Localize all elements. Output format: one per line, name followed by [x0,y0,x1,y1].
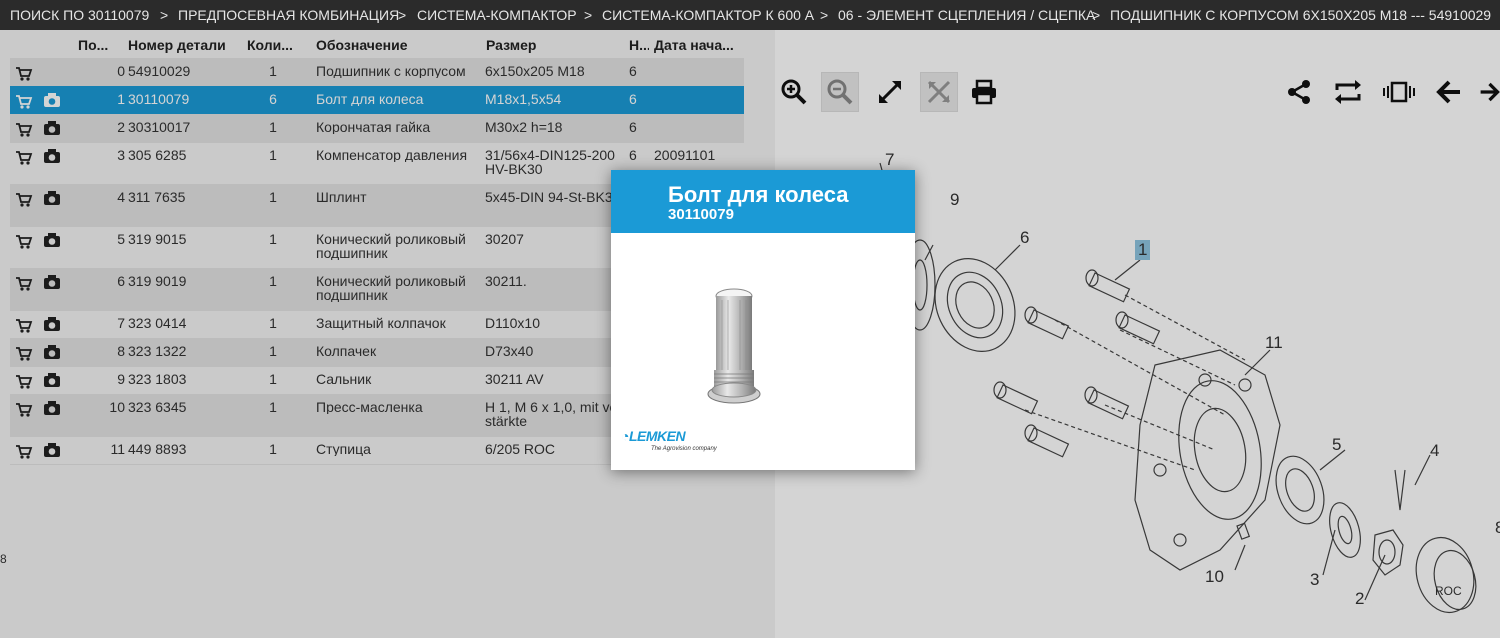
breadcrumb-item-4[interactable]: 06 - ЭЛЕМЕНТ СЦЕПЛЕНИЯ / СЦЕПКА [838,7,1095,23]
modal-title: Болт для колеса [668,182,849,207]
breadcrumb-separator: > [398,7,407,23]
lemken-logo: ◔LEMKEN [621,428,686,444]
bolt-image [707,288,761,404]
breadcrumb-item-0[interactable]: ПОИСК ПО 30110079 [10,7,149,23]
part-preview-modal: Болт для колеса 30110079 ◔LEMKEN The Agr… [611,170,915,470]
breadcrumb-separator: > [1092,7,1101,23]
breadcrumb-separator: > [820,7,829,23]
breadcrumb-separator: > [160,7,169,23]
modal-part-number: 30110079 [668,206,734,223]
breadcrumb-item-1[interactable]: ПРЕДПОСЕВНАЯ КОМБИНАЦИЯ [178,7,399,23]
breadcrumb-item-3[interactable]: СИСТЕМА-КОМПАКТОР К 600 А [602,7,814,23]
breadcrumb-separator: > [584,7,593,23]
breadcrumb-item-2[interactable]: СИСТЕМА-КОМПАКТОР [417,7,577,23]
breadcrumb: ПОИСК ПО 30110079 > ПРЕДПОСЕВНАЯ КОМБИНАЦИ… [0,0,1500,30]
lemken-tagline: The Agrovision company [651,446,717,452]
modal-header: Болт для колеса 30110079 [611,170,915,233]
breadcrumb-item-5[interactable]: ПОДШИПНИК С КОРПУСОМ 6X150X205 M18 --- 5… [1110,7,1491,23]
